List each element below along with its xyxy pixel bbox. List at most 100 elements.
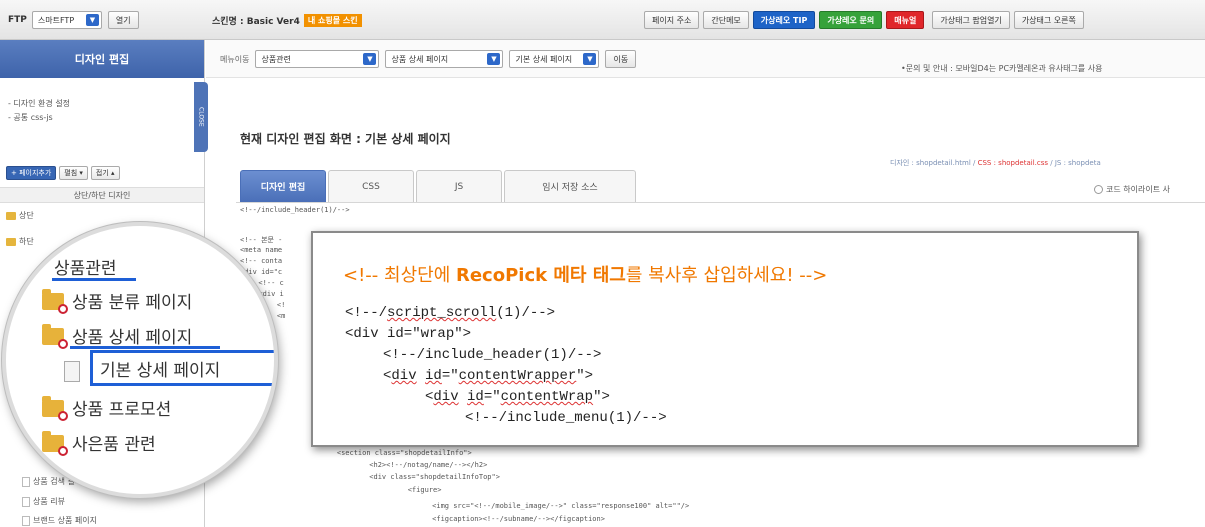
menu-move-group: 메뉴이동 상품관련 ▼ 상품 상세 페이지 ▼ 기본 상세 페이지 ▼ 이동 (220, 49, 637, 69)
ftp-group: FTP 스마트FTP ▼ 열기 (8, 10, 139, 30)
menu-navigation-bar: 메뉴이동 상품관련 ▼ 상품 상세 페이지 ▼ 기본 상세 페이지 ▼ 이동 •… (206, 40, 1205, 78)
top-buttons: 페이지 주소 간단메모 가상레오 TIP 가상레오 문의 매뉴얼 가상태그 팝업… (644, 10, 1084, 30)
magnified-category: 상품관련 (54, 259, 117, 279)
magnified-item-selected[interactable]: 기본 상세 페이지 (100, 356, 220, 381)
manual-button[interactable]: 매뉴얼 (886, 11, 925, 29)
code-line: <figure> (374, 486, 442, 494)
tip-button[interactable]: 가상레오 TIP (752, 11, 816, 29)
popup-code-line: <div id="contentWrap"> (425, 389, 610, 405)
css-file-link[interactable]: CSS : shopdetail.css (978, 159, 1048, 167)
js-file-link[interactable]: / JS : shopdeta (1048, 159, 1101, 167)
code-line: <!--/include_header(1)/--> (240, 206, 350, 214)
checkbox-label: 코드 하이라이트 사 (1106, 185, 1170, 194)
skin-badge[interactable]: 내 쇼핑몰 스킨 (303, 13, 362, 27)
open-button[interactable]: 열기 (107, 11, 139, 29)
folder-icon (6, 211, 16, 220)
tag-right-button[interactable]: 가상태그 오른쪽 (1013, 11, 1084, 29)
move-button[interactable]: 이동 (605, 50, 637, 68)
checkbox[interactable] (1094, 185, 1103, 194)
top-toolbar: FTP 스마트FTP ▼ 열기 스킨명 : Basic Ver4 내 쇼핑몰 스… (0, 0, 1205, 40)
design-env-link[interactable]: - 디자인 환경 설정 (8, 98, 70, 109)
magnified-item[interactable]: 상품 분류 페이지 (72, 288, 192, 313)
code-line: <section class="shopdetailInfo"> (320, 449, 472, 457)
tree-item-label: 상단 (19, 211, 34, 220)
add-page-button[interactable]: + 페이지추가 (6, 166, 57, 180)
document-icon (22, 515, 30, 526)
file-info: 디자인 : shopdetail.html / CSS : shopdetail… (890, 158, 1101, 168)
magnifier-callout: 상품관련 상품 분류 페이지 상품 상세 페이지 기본 상세 페이지 상품 프로… (2, 222, 278, 498)
tree-item-header[interactable]: 상단 (6, 210, 34, 221)
document-icon (64, 361, 80, 382)
popup-title-highlight: RecoPick 메타 태그 (455, 265, 626, 286)
code-line: <img src="<!--/mobile_image/-->" class="… (390, 502, 690, 510)
code-line: <!-- 본문 - (240, 236, 283, 244)
select-value: 상품관련 (261, 54, 291, 64)
chevron-down-icon: ▼ (487, 53, 501, 65)
folder-icon (42, 431, 68, 456)
common-css-js-link[interactable]: - 공통 css-js (8, 112, 53, 123)
menu-select-3[interactable]: 기본 상세 페이지 ▼ (509, 50, 600, 68)
ftp-select-value: 스마트FTP (37, 15, 75, 25)
memo-button[interactable]: 간단메모 (703, 11, 749, 29)
underline-highlight (70, 346, 220, 349)
popup-title-suffix: 를 복사후 삽입하세요! --> (625, 265, 828, 286)
document-icon (22, 476, 30, 487)
popup-code-line: <div id="contentWrapper"> (383, 368, 594, 384)
tab-css[interactable]: CSS (328, 170, 414, 202)
tree-item-label: 브랜드 상품 페이지 (33, 516, 97, 525)
chevron-down-icon: ▼ (363, 53, 377, 65)
code-highlight-toggle[interactable]: 코드 하이라이트 사 (1094, 184, 1170, 195)
chevron-down-icon: ▼ (85, 14, 99, 26)
expand-button[interactable]: 펼침 ▾ (59, 166, 88, 180)
popup-code-line: <div id="wrap"> (345, 326, 472, 342)
select-value: 상품 상세 페이지 (391, 54, 449, 64)
ftp-label: FTP (8, 15, 27, 25)
tree-item-label: 하단 (19, 237, 34, 246)
folder-icon (42, 324, 68, 349)
tree-item-review[interactable]: 상품 리뷰 (22, 496, 65, 507)
magnified-item[interactable]: 상품 상세 페이지 (72, 323, 192, 348)
code-line: <h2><!--/notag/name/--></h2> (344, 461, 488, 469)
editor-tabs: 디자인 편집 CSS JS 임시 저장 소스 (240, 170, 636, 202)
inquiry-button[interactable]: 가상레오 문의 (819, 11, 883, 29)
instruction-popup: <!-- 최상단에 RecoPick 메타 태그를 복사후 삽입하세요! -->… (311, 231, 1139, 447)
folder-icon (42, 396, 68, 421)
tab-design-edit[interactable]: 디자인 편집 (240, 170, 326, 202)
menu-label: 메뉴이동 (220, 54, 250, 64)
code-line: <div class="shopdetailInfoTop"> (344, 473, 500, 481)
magnified-item[interactable]: 사은품 관련 (72, 430, 156, 455)
select-value: 기본 상세 페이지 (515, 54, 573, 64)
design-file-link[interactable]: 디자인 : shopdetail.html / (890, 159, 978, 167)
popup-code-line: <!--/include_menu(1)/--> (465, 410, 667, 426)
popup-title-prefix: <!-- 최상단에 (343, 265, 456, 286)
document-icon (22, 496, 30, 507)
menu-select-2[interactable]: 상품 상세 페이지 ▼ (385, 50, 504, 68)
popup-title: <!-- 최상단에 RecoPick 메타 태그를 복사후 삽입하세요! --> (343, 261, 827, 287)
tab-temp-source[interactable]: 임시 저장 소스 (504, 170, 636, 202)
magnified-item[interactable]: 상품 프로모션 (72, 395, 171, 420)
chevron-down-icon: ▼ (583, 53, 597, 65)
skin-info: 스킨명 : Basic Ver4 내 쇼핑몰 스킨 (212, 10, 362, 30)
tab-js[interactable]: JS (416, 170, 502, 202)
notice-text: •문의 및 안내 : 모바일D4는 PC카멜레온과 유사태그를 사용 (901, 64, 1103, 73)
folder-icon (42, 289, 68, 314)
tree-toolbar: + 페이지추가 펼침 ▾ 접기 ▴ (6, 166, 120, 180)
tree-item-brand[interactable]: 브랜드 상품 페이지 (22, 515, 97, 526)
section-header: 상단/하단 디자인 (0, 187, 204, 203)
code-line: <!-- conta (240, 257, 283, 265)
minus-badge-icon (58, 339, 68, 349)
collapse-button[interactable]: 접기 ▴ (90, 166, 120, 180)
folder-icon (6, 237, 16, 246)
tree-item-label: 상품 리뷰 (33, 497, 65, 506)
code-line: <meta name (240, 246, 283, 254)
page-address-button[interactable]: 페이지 주소 (644, 11, 700, 29)
tag-popup-open-button[interactable]: 가상태그 팝업열기 (932, 11, 1010, 29)
popup-code-line: <!--/script_scroll(1)/--> (345, 305, 556, 321)
plus-badge-icon (58, 411, 68, 421)
ftp-select[interactable]: 스마트FTP ▼ (31, 11, 102, 29)
menu-select-1[interactable]: 상품관련 ▼ (255, 50, 380, 68)
left-panel-title: 디자인 편집 (0, 40, 204, 78)
code-line: <figcaption><!--/subname/--></figcaption… (390, 515, 605, 523)
close-panel-tab[interactable]: CLOSE (194, 82, 208, 152)
tree-item-footer[interactable]: 하단 (6, 236, 34, 247)
